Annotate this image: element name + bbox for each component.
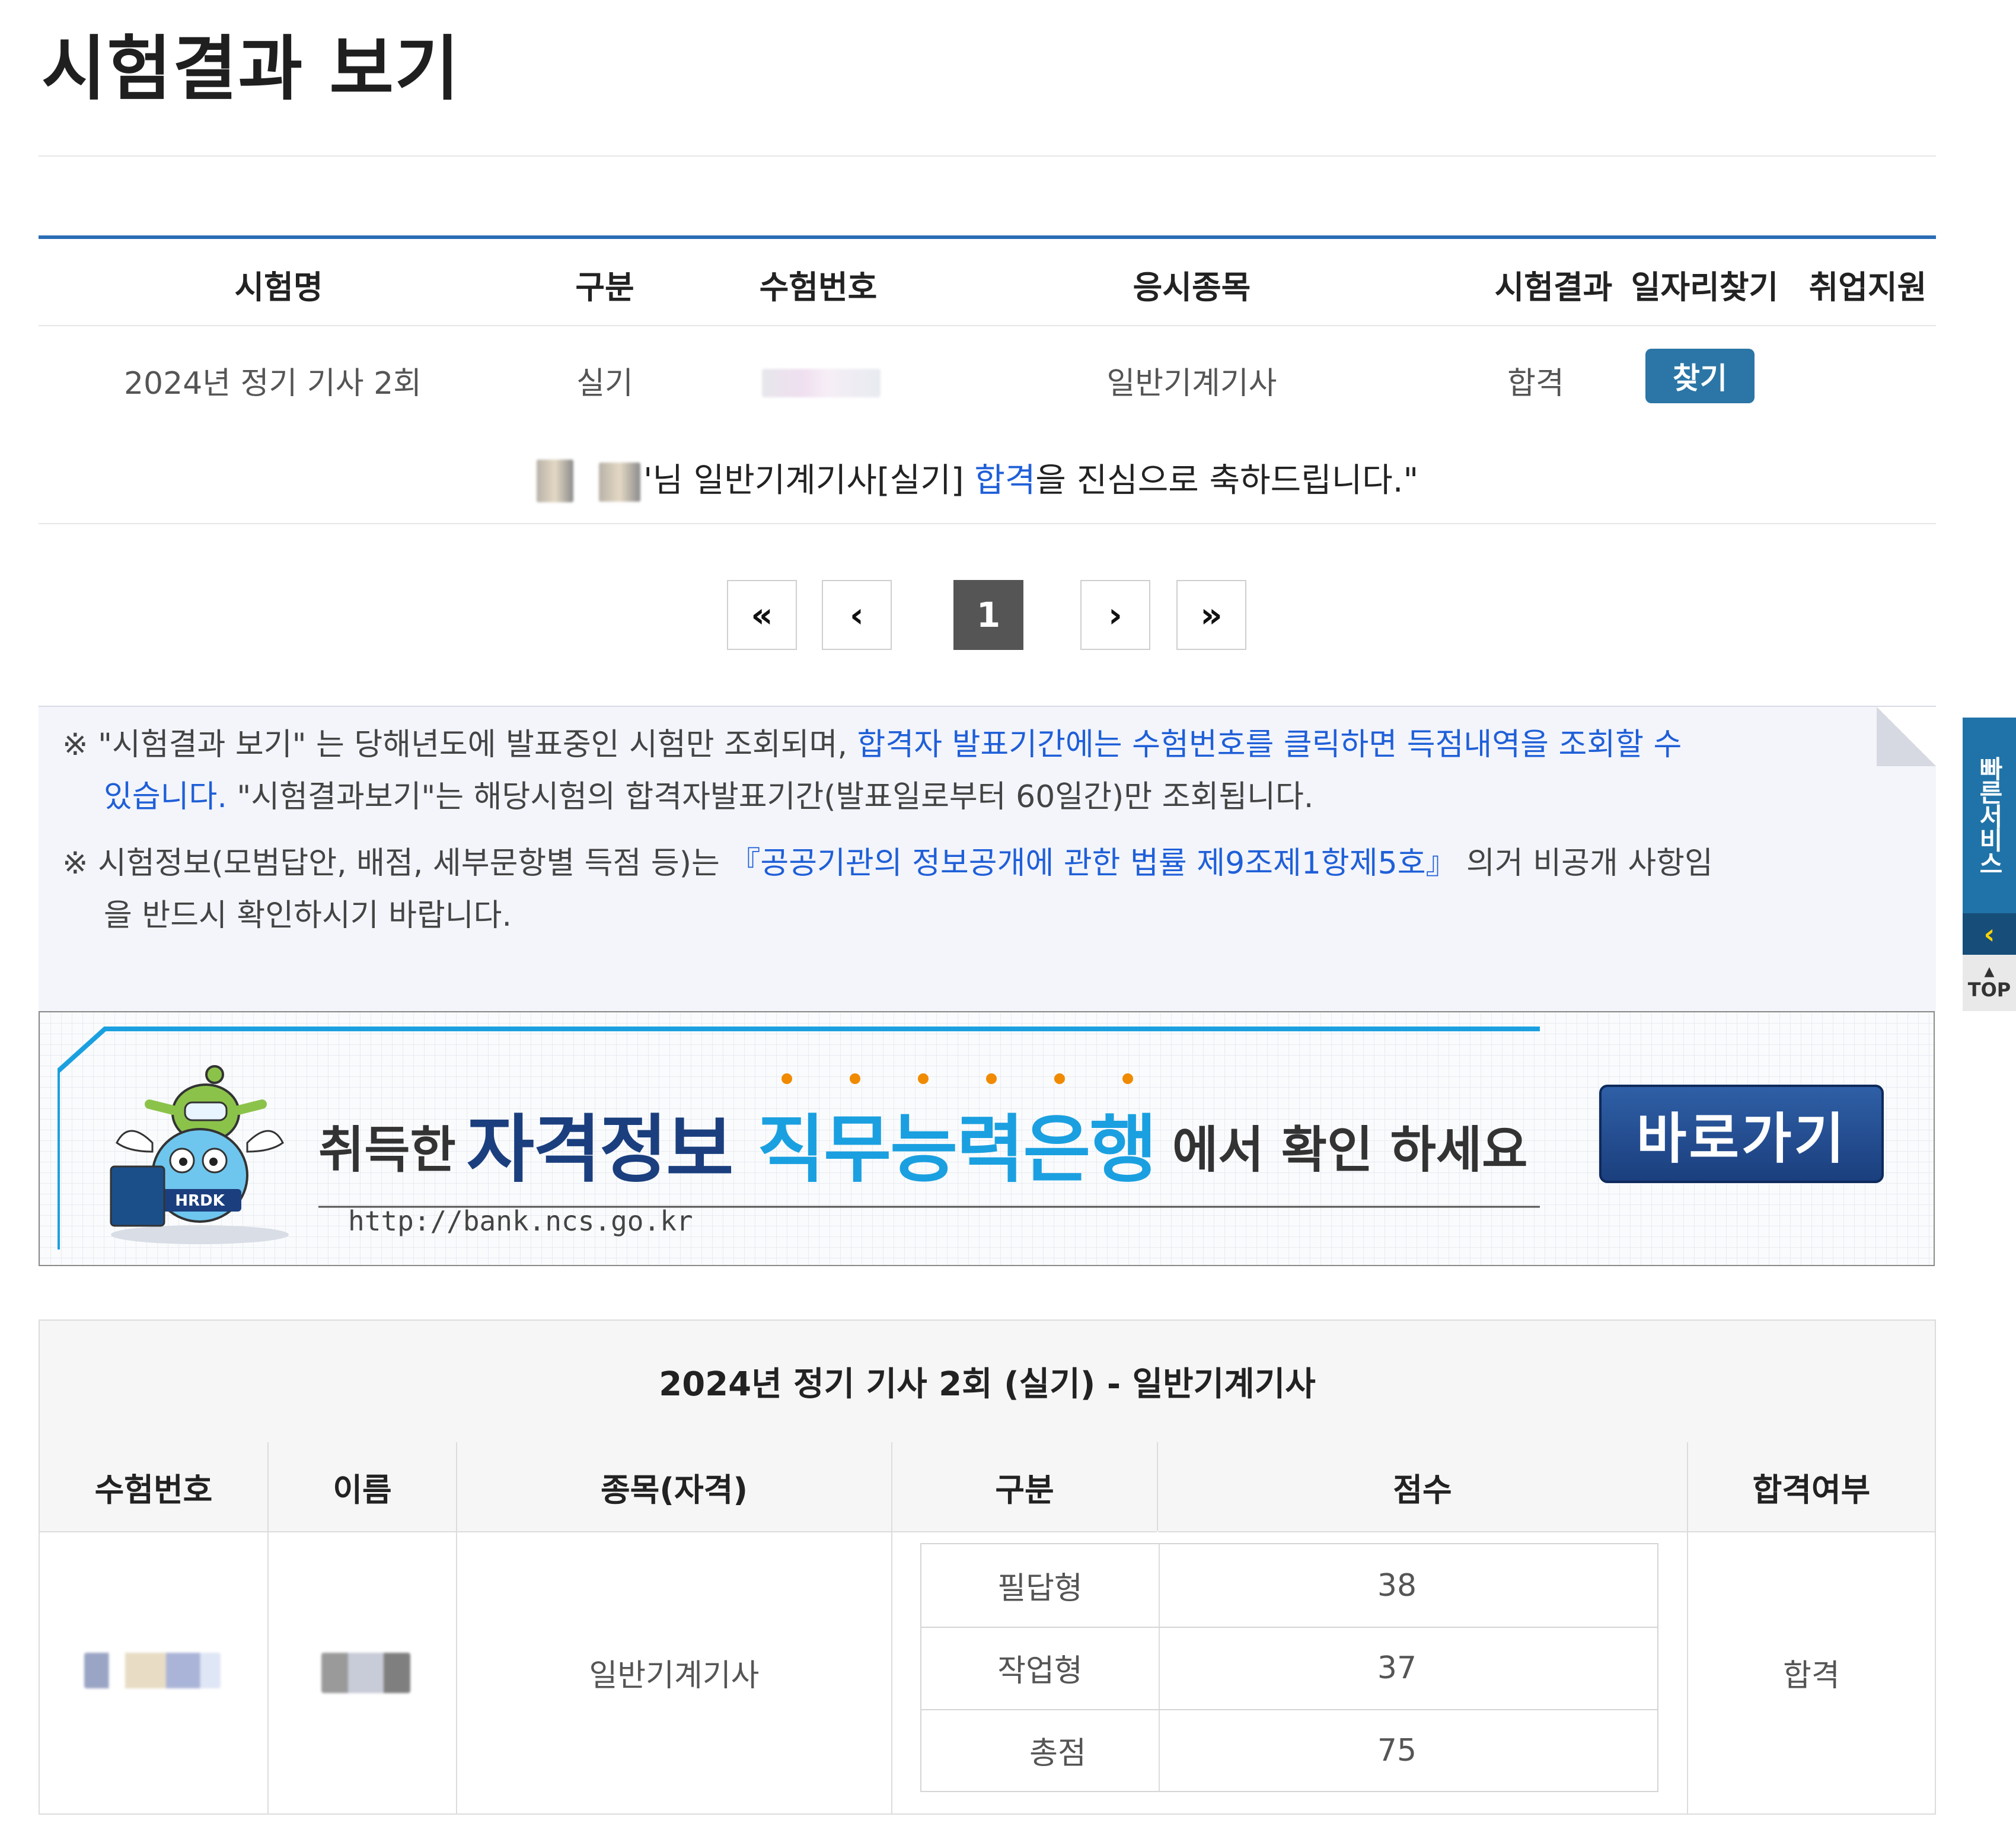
detail-name-blurred bbox=[321, 1653, 410, 1693]
col-divider bbox=[267, 1442, 269, 1813]
notice-mark-1: ※ bbox=[62, 727, 88, 763]
congrats-name-blur-2 bbox=[599, 463, 640, 502]
congrats-message: '님 일반기계기사[실기] 합격을 진심으로 축하드립니다." bbox=[643, 454, 1418, 502]
col-divider bbox=[1157, 1442, 1158, 1531]
detail-subject: 일반기계기사 bbox=[589, 1658, 760, 1694]
results-table-top-border bbox=[39, 235, 1936, 239]
arrow-up-icon: ▲ bbox=[1984, 964, 1995, 979]
header-divider bbox=[39, 325, 1936, 326]
notice-2-text-cont: 의거 비공개 사항임 bbox=[1456, 846, 1713, 881]
header-subject: 응시종목 bbox=[1133, 269, 1251, 306]
title-divider bbox=[39, 155, 1936, 157]
score-row: 총점 75 bbox=[921, 1709, 1657, 1792]
detail-title: 2024년 정기 기사 2회 (실기) - 일반기계기사 bbox=[40, 1321, 1935, 1443]
banner-url[interactable]: http://bank.ncs.go.kr bbox=[348, 1205, 693, 1237]
find-job-button[interactable]: 찾기 bbox=[1645, 349, 1755, 403]
top-button[interactable]: ▲ TOP bbox=[1963, 955, 2016, 1011]
header-exam-name: 시험명 bbox=[234, 269, 323, 306]
row-exam-number-blurred[interactable] bbox=[762, 369, 881, 397]
row-result: 합격 bbox=[1507, 366, 1564, 401]
detail-pass-status: 합격 bbox=[1783, 1658, 1840, 1694]
quick-service-toggle-icon[interactable]: ‹ bbox=[1963, 913, 2016, 955]
notice-1-text-cont: "시험결과보기"는 해당시험의 합격자발표기간(발표일로부터 60일간)만 조회… bbox=[227, 779, 1314, 815]
page-1-button[interactable]: 1 bbox=[953, 580, 1023, 650]
notice-2-text: 시험정보(모범답안, 배점, 세부문항별 득점 등)는 bbox=[98, 846, 730, 881]
row-category: 실기 bbox=[576, 366, 633, 401]
quick-service-button[interactable]: 빠른서비스 bbox=[1963, 718, 2016, 913]
last-page-button[interactable]: » bbox=[1176, 580, 1246, 650]
notice-box: ※ "시험결과 보기" 는 당해년도에 발표중인 시험만 조회되며, 합격자 발… bbox=[39, 706, 1936, 1012]
notice-1-highlight-cont: 있습니다. bbox=[104, 779, 227, 815]
score-type: 작업형 bbox=[997, 1653, 1083, 1689]
congrats-suffix: 을 진심으로 축하드립니다." bbox=[1035, 461, 1419, 500]
hrdk-mascot-icon: HRDK bbox=[110, 1065, 289, 1244]
header-employment-support: 취업지원 bbox=[1808, 269, 1927, 306]
col-exam-number: 수험번호 bbox=[40, 1442, 267, 1532]
congrats-pass-highlight: 합격 bbox=[974, 461, 1036, 500]
quick-service-panel: 빠른서비스 ‹ ▲ TOP bbox=[1963, 718, 2016, 1011]
notice-1-highlight: 합격자 발표기간에는 수험번호를 클릭하면 득점내역을 조회할 수 bbox=[857, 727, 1682, 763]
score-breakdown: 필답형 38 작업형 37 총점 75 bbox=[920, 1543, 1658, 1792]
col-divider bbox=[891, 1442, 892, 1813]
row-subject: 일반기계기사 bbox=[1106, 366, 1277, 401]
col-name: 이름 bbox=[269, 1442, 456, 1532]
svg-text:HRDK: HRDK bbox=[175, 1192, 225, 1210]
banner-suffix: 에서 확인 하세요 bbox=[1172, 1121, 1528, 1179]
score-value: 38 bbox=[1377, 1567, 1417, 1604]
score-detail-table: 2024년 정기 기사 2회 (실기) - 일반기계기사 수험번호 이름 종목(… bbox=[39, 1319, 1936, 1815]
notice-item-1: ※ "시험결과 보기" 는 당해년도에 발표중인 시험만 조회되며, 합격자 발… bbox=[62, 719, 1889, 823]
next-page-button[interactable]: › bbox=[1080, 580, 1150, 650]
ncs-bank-banner[interactable]: HRDK 취득한 자격정보 직무능력은행 에서 확인 하세요 http://ba… bbox=[39, 1011, 1935, 1266]
col-pass-status: 합격여부 bbox=[1688, 1442, 1935, 1532]
row-exam-name: 2024년 정기 기사 2회 bbox=[123, 366, 422, 401]
page-title: 시험결과 보기 bbox=[42, 28, 461, 110]
notice-item-2: ※ 시험정보(모범답안, 배점, 세부문항별 득점 등)는 『공공기관의 정보공… bbox=[62, 837, 1889, 942]
banner-emphasis-dots bbox=[781, 1073, 1133, 1084]
banner-word-bank: 직무능력은행 bbox=[757, 1107, 1157, 1193]
col-subject: 종목(자격) bbox=[457, 1442, 891, 1532]
header-category: 구분 bbox=[575, 269, 634, 306]
col-score: 점수 bbox=[1158, 1442, 1687, 1532]
first-page-button[interactable]: « bbox=[727, 580, 797, 650]
notice-2-law-highlight: 『공공기관의 정보공개에 관한 법률 제9조제1항제5호』 bbox=[729, 846, 1457, 881]
score-type: 총점 bbox=[1029, 1736, 1086, 1771]
banner-prefix: 취득한 bbox=[318, 1121, 456, 1179]
header-exam-number: 수험번호 bbox=[759, 269, 878, 306]
results-bottom-border bbox=[39, 523, 1936, 524]
score-type: 필답형 bbox=[997, 1571, 1083, 1607]
top-label: TOP bbox=[1967, 978, 2011, 1001]
prev-page-button[interactable]: ‹ bbox=[822, 580, 892, 650]
congrats-name-blur-1 bbox=[537, 460, 573, 502]
notice-1-text: "시험결과 보기" 는 당해년도에 발표중인 시험만 조회되며, bbox=[98, 727, 857, 763]
col-category: 구분 bbox=[892, 1442, 1157, 1532]
header-job-search: 일자리찾기 bbox=[1631, 269, 1779, 306]
notice-2-text-end: 을 반드시 확인하시기 바랍니다. bbox=[104, 898, 512, 933]
score-value: 37 bbox=[1377, 1650, 1417, 1686]
score-row: 작업형 37 bbox=[921, 1627, 1657, 1710]
score-row: 필답형 38 bbox=[921, 1544, 1657, 1628]
congrats-text: '님 일반기계기사[실기] bbox=[643, 461, 975, 500]
detail-exam-number-blurred bbox=[84, 1653, 221, 1688]
banner-word-qualification: 자격정보 bbox=[467, 1107, 733, 1193]
score-value: 75 bbox=[1377, 1732, 1417, 1768]
go-button[interactable]: 바로가기 bbox=[1599, 1085, 1884, 1183]
notice-mark-2: ※ bbox=[62, 846, 88, 881]
